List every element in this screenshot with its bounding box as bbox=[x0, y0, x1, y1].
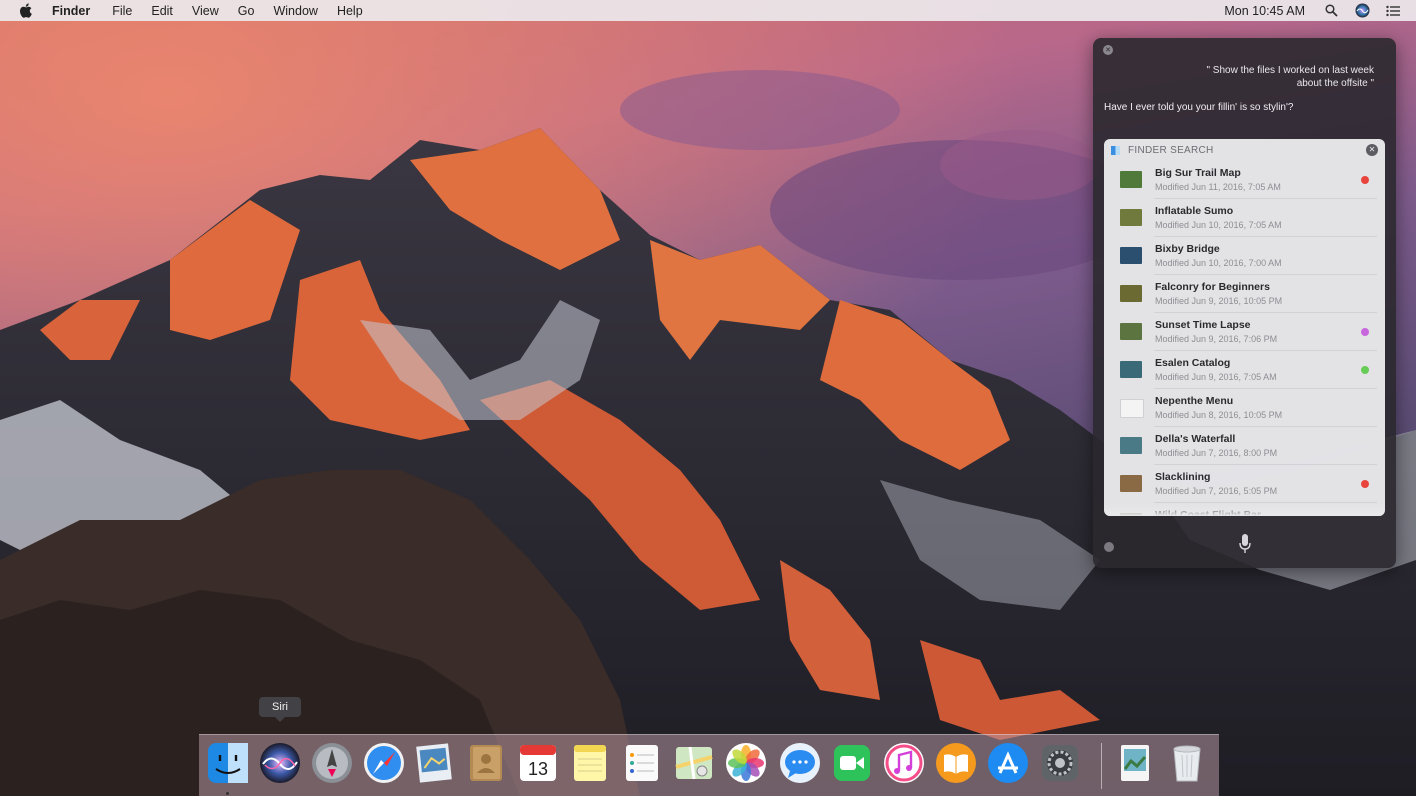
results-fade bbox=[1104, 504, 1385, 516]
file-thumbnail bbox=[1120, 171, 1142, 188]
apple-icon[interactable] bbox=[18, 3, 34, 19]
siri-dock-icon[interactable] bbox=[258, 741, 302, 785]
trash-icon[interactable] bbox=[1165, 741, 1209, 785]
finder-icon[interactable] bbox=[206, 741, 250, 785]
maps-icon[interactable] bbox=[672, 741, 716, 785]
siri-settings-icon[interactable] bbox=[1104, 542, 1114, 552]
finder-mini-icon bbox=[1111, 145, 1120, 155]
siri-reply-text: Have I ever told you your fillin' is so … bbox=[1104, 102, 1294, 113]
file-name: Esalen Catalog bbox=[1155, 357, 1231, 369]
result-row[interactable]: Sunset Time Lapse Modified Jun 9, 2016, 7… bbox=[1104, 313, 1385, 351]
file-name: Della's Waterfall bbox=[1155, 433, 1236, 445]
result-row[interactable]: Slacklining Modified Jun 7, 2016, 5:05 PM bbox=[1104, 465, 1385, 503]
file-tag-dot bbox=[1361, 176, 1369, 184]
file-modified-date: Modified Jun 9, 2016, 7:05 AM bbox=[1155, 372, 1277, 382]
reminders-icon[interactable] bbox=[620, 741, 664, 785]
menu-clock[interactable]: Mon 10:45 AM bbox=[1224, 4, 1305, 18]
dock-tooltip: Siri bbox=[259, 697, 301, 722]
file-name: Falconry for Beginners bbox=[1155, 281, 1270, 293]
file-modified-date: Modified Jun 9, 2016, 7:06 PM bbox=[1155, 334, 1278, 344]
facetime-icon[interactable] bbox=[830, 741, 874, 785]
system-preferences-icon[interactable] bbox=[1038, 741, 1082, 785]
launchpad-icon[interactable] bbox=[310, 741, 354, 785]
file-modified-date: Modified Jun 9, 2016, 10:05 PM bbox=[1155, 296, 1283, 306]
results-header: FINDER SEARCH ✕ bbox=[1104, 139, 1385, 161]
results-close-button[interactable]: ✕ bbox=[1366, 144, 1378, 156]
file-name: Inflatable Sumo bbox=[1155, 205, 1234, 217]
result-row[interactable]: Falconry for Beginners Modified Jun 9, 20… bbox=[1104, 275, 1385, 313]
app-store-icon[interactable] bbox=[986, 741, 1030, 785]
contacts-icon[interactable] bbox=[464, 741, 508, 785]
result-row[interactable]: Inflatable Sumo Modified Jun 10, 2016, 7:… bbox=[1104, 199, 1385, 237]
siri-query-text: " Show the files I worked on last week a… bbox=[1206, 65, 1374, 89]
spotlight-icon[interactable] bbox=[1323, 3, 1339, 19]
notification-center-icon[interactable] bbox=[1385, 3, 1401, 19]
file-tag-dot bbox=[1361, 480, 1369, 488]
result-row[interactable]: Bixby Bridge Modified Jun 10, 2016, 7:00 … bbox=[1104, 237, 1385, 275]
finder-search-results: FINDER SEARCH ✕ Big Sur Trail Map Modifie… bbox=[1104, 139, 1385, 516]
file-modified-date: Modified Jun 7, 2016, 5:05 PM bbox=[1155, 486, 1278, 496]
file-modified-date: Modified Jun 11, 2016, 7:05 AM bbox=[1155, 182, 1281, 192]
menu-bar: Finder File Edit View Go Window Help Mon… bbox=[0, 0, 1416, 21]
file-thumbnail bbox=[1120, 209, 1142, 226]
preview-document-icon[interactable] bbox=[1113, 741, 1157, 785]
dock: 13 bbox=[199, 734, 1219, 796]
running-indicator bbox=[226, 792, 229, 795]
itunes-icon[interactable] bbox=[882, 741, 926, 785]
file-modified-date: Modified Jun 8, 2016, 10:05 PM bbox=[1155, 410, 1283, 420]
siri-icon[interactable] bbox=[1354, 3, 1370, 19]
results-title: FINDER SEARCH bbox=[1128, 144, 1214, 156]
file-name: Slacklining bbox=[1155, 471, 1211, 483]
file-modified-date: Modified Jun 10, 2016, 7:00 AM bbox=[1155, 258, 1282, 268]
file-thumbnail bbox=[1120, 323, 1142, 340]
siri-panel: ✕ " Show the files I worked on last week… bbox=[1093, 38, 1396, 568]
results-list: Big Sur Trail Map Modified Jun 11, 2016, … bbox=[1104, 161, 1385, 516]
file-thumbnail bbox=[1120, 361, 1142, 378]
result-row[interactable]: Della's Waterfall Modified Jun 7, 2016, 8… bbox=[1104, 427, 1385, 465]
calendar-icon[interactable]: 13 bbox=[516, 741, 560, 785]
safari-icon[interactable] bbox=[362, 741, 406, 785]
menu-file[interactable]: File bbox=[112, 4, 132, 18]
file-modified-date: Modified Jun 7, 2016, 8:00 PM bbox=[1155, 448, 1278, 458]
file-thumbnail bbox=[1120, 437, 1142, 454]
menu-go[interactable]: Go bbox=[238, 4, 255, 18]
dock-tooltip-label: Siri bbox=[259, 697, 301, 717]
file-thumbnail bbox=[1120, 247, 1142, 264]
file-name: Big Sur Trail Map bbox=[1155, 167, 1241, 179]
file-name: Nepenthe Menu bbox=[1155, 395, 1234, 407]
file-tag-dot bbox=[1361, 328, 1369, 336]
menu-app-finder[interactable]: Finder bbox=[52, 4, 90, 18]
file-thumbnail bbox=[1120, 475, 1142, 492]
file-tag-dot bbox=[1361, 366, 1369, 374]
svg-text:13: 13 bbox=[528, 759, 548, 779]
result-row[interactable]: Big Sur Trail Map Modified Jun 11, 2016, … bbox=[1104, 161, 1385, 199]
menu-help[interactable]: Help bbox=[337, 4, 363, 18]
file-name: Bixby Bridge bbox=[1155, 243, 1220, 255]
preview-icon[interactable] bbox=[412, 741, 456, 785]
siri-close-button[interactable]: ✕ bbox=[1103, 45, 1113, 55]
file-name: Sunset Time Lapse bbox=[1155, 319, 1251, 331]
file-thumbnail bbox=[1120, 285, 1142, 302]
file-thumbnail bbox=[1120, 399, 1144, 418]
menu-window[interactable]: Window bbox=[273, 4, 317, 18]
menu-view[interactable]: View bbox=[192, 4, 219, 18]
dock-separator bbox=[1101, 743, 1102, 789]
file-modified-date: Modified Jun 10, 2016, 7:05 AM bbox=[1155, 220, 1282, 230]
dock-tooltip-arrow bbox=[275, 717, 285, 722]
result-row[interactable]: Esalen Catalog Modified Jun 9, 2016, 7:05… bbox=[1104, 351, 1385, 389]
ibooks-icon[interactable] bbox=[934, 741, 978, 785]
microphone-icon[interactable] bbox=[1235, 530, 1255, 558]
notes-icon[interactable] bbox=[568, 741, 612, 785]
menu-edit[interactable]: Edit bbox=[151, 4, 173, 18]
result-row[interactable]: Nepenthe Menu Modified Jun 8, 2016, 10:05… bbox=[1104, 389, 1385, 427]
messages-icon[interactable] bbox=[778, 741, 822, 785]
photos-icon[interactable] bbox=[724, 741, 768, 785]
desktop: Finder File Edit View Go Window Help Mon… bbox=[0, 0, 1416, 796]
